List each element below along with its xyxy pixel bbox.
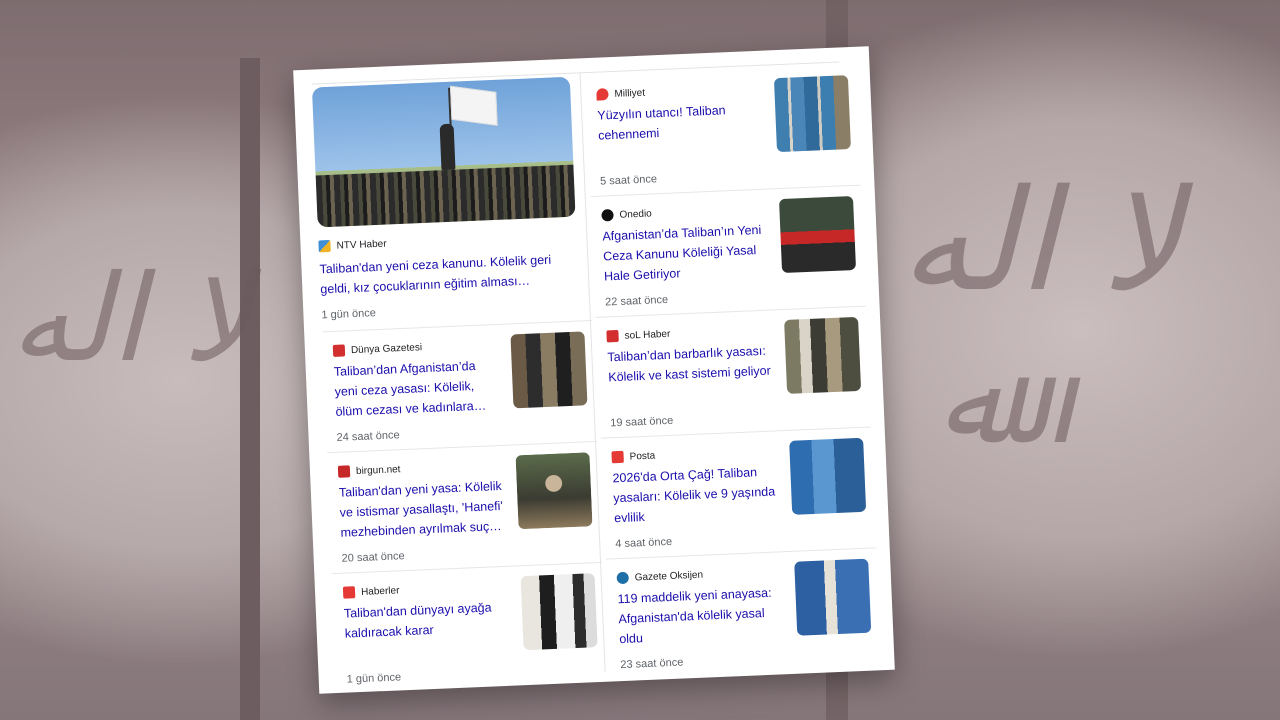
- news-headline-link[interactable]: Afganistan’da Taliban’ın Yeni Ceza Kanun…: [602, 219, 776, 286]
- dunya-logo-icon: [332, 344, 346, 357]
- news-thumbnail[interactable]: [520, 573, 598, 651]
- news-timestamp: 23 saat önce: [620, 656, 684, 672]
- news-timestamp: 22 saat önce: [604, 293, 669, 309]
- news-results-card: NTV Haber Taliban'dan yeni ceza kanunu. …: [293, 46, 895, 694]
- left-news-column: NTV Haber Taliban'dan yeni ceza kanunu. …: [311, 76, 607, 694]
- news-headline-link[interactable]: Taliban’dan Afganistan’da yeni ceza yasa…: [333, 355, 501, 422]
- birgun-logo-icon: [337, 465, 351, 478]
- news-thumbnail[interactable]: [515, 452, 593, 530]
- news-headline-link[interactable]: Taliban'dan dünyayı ayağa kaldıracak kar…: [344, 597, 512, 644]
- news-source: Milliyet: [596, 84, 645, 104]
- news-timestamp: 5 saat önce: [599, 173, 658, 188]
- news-headline-link[interactable]: Taliban'dan yeni ceza kanunu. Kölelik ge…: [319, 249, 570, 299]
- source-name: soL Haber: [624, 328, 671, 342]
- news-headline-link[interactable]: Taliban’dan barbarlık yasası: Kölelik ve…: [607, 340, 781, 387]
- news-timestamp: 1 gün önce: [346, 671, 402, 686]
- news-card[interactable]: Onedio Afganistan’da Taliban’ın Yeni Cez…: [590, 185, 866, 318]
- source-name: Posta: [629, 450, 656, 463]
- news-timestamp: 20 saat önce: [341, 550, 405, 565]
- news-thumbnail[interactable]: [784, 316, 862, 394]
- news-thumbnail[interactable]: [789, 437, 867, 515]
- news-source: soL Haber: [606, 325, 671, 346]
- source-name: Gazete Oksijen: [634, 569, 704, 583]
- news-headline-link[interactable]: Yüzyılın utancı! Taliban cehennemi: [597, 98, 771, 145]
- image-crowd: [315, 164, 576, 228]
- ntv-logo-icon: [318, 239, 331, 253]
- flag-calligraphy: ﷲ: [940, 340, 1006, 468]
- news-timestamp: 4 saat önce: [615, 535, 673, 551]
- news-timestamp: 19 saat önce: [609, 414, 674, 430]
- news-card-hero[interactable]: NTV Haber Taliban'dan yeni ceza kanunu. …: [311, 76, 592, 333]
- flag-calligraphy: ﻻ ﺍﻟﻪ: [900, 160, 1183, 323]
- source-name: Haberler: [360, 584, 400, 598]
- onedio-logo-icon: [601, 209, 614, 222]
- news-source: Haberler: [342, 581, 400, 601]
- news-card[interactable]: Dünya Gazetesi Taliban’dan Afganistan’da…: [322, 321, 598, 454]
- news-source: Posta: [611, 447, 655, 467]
- source-name: birgun.net: [355, 463, 401, 477]
- news-card[interactable]: soL Haber Taliban’dan barbarlık yasası: …: [595, 306, 871, 439]
- right-news-column: Milliyet Yüzyılın utancı! Taliban cehenn…: [585, 64, 881, 680]
- news-timestamp: 24 saat önce: [336, 429, 400, 444]
- source-name: Dünya Gazetesi: [350, 341, 423, 356]
- posta-logo-icon: [611, 450, 624, 464]
- news-headline-link[interactable]: Taliban'dan yeni yasa: Kölelik ve istism…: [338, 476, 506, 543]
- news-card[interactable]: Haberler Taliban'dan dünyayı ayağa kaldı…: [332, 563, 607, 694]
- news-timestamp: 1 gün önce: [321, 307, 377, 322]
- oksijen-logo-icon: [616, 571, 629, 585]
- news-thumbnail[interactable]: [510, 331, 588, 409]
- sol-logo-icon: [606, 329, 619, 343]
- image-flag: [449, 85, 498, 126]
- source-name: NTV Haber: [336, 238, 387, 252]
- news-source: Gazete Oksijen: [616, 566, 703, 588]
- image-figure: [439, 123, 456, 171]
- news-hero-image[interactable]: [311, 76, 576, 228]
- haberler-logo-icon: [342, 586, 356, 599]
- news-card[interactable]: birgun.net Taliban'dan yeni yasa: Köleli…: [327, 441, 603, 575]
- news-headline-link[interactable]: 119 maddelik yeni anayasa: Afganistan'da…: [617, 582, 791, 649]
- news-card[interactable]: Posta 2026'da Orta Çağ! Taliban yasaları…: [600, 427, 876, 560]
- news-thumbnail[interactable]: [773, 75, 851, 153]
- news-card[interactable]: Milliyet Yüzyılın utancı! Taliban cehenn…: [585, 64, 861, 197]
- news-headline-link[interactable]: 2026'da Orta Çağ! Taliban yasaları: Köle…: [612, 461, 786, 528]
- flag-calligraphy: ﻻ ﺍﻟﻪ: [10, 250, 253, 389]
- news-thumbnail[interactable]: [794, 558, 872, 636]
- source-name: Milliyet: [614, 87, 646, 100]
- news-source: birgun.net: [337, 460, 401, 481]
- news-source: Dünya Gazetesi: [332, 338, 423, 360]
- milliyet-logo-icon: [596, 88, 609, 101]
- flag-pole: [240, 58, 260, 720]
- news-thumbnail[interactable]: [779, 196, 857, 274]
- news-source: Onedio: [601, 204, 652, 224]
- news-card[interactable]: Gazete Oksijen 119 maddelik yeni anayasa…: [606, 548, 881, 679]
- source-name: Onedio: [619, 207, 652, 221]
